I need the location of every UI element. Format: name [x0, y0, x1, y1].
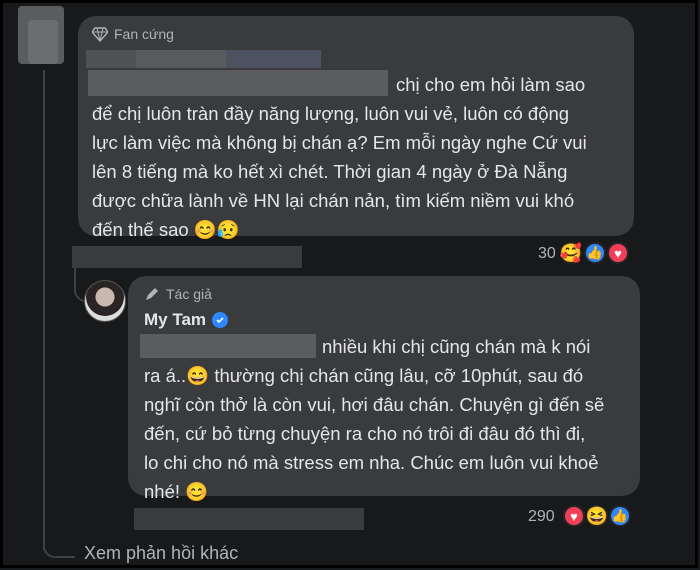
redacted-name [86, 50, 136, 68]
author-name[interactable]: My Tam [144, 310, 229, 330]
redacted-actions [134, 508, 364, 530]
comment-text: chị cho em hỏi làm sao để chị luôn tràn … [92, 74, 587, 240]
redacted-actions [72, 246, 302, 268]
thread-line [43, 70, 45, 550]
care-emoji-icon: 🥰 [559, 242, 583, 264]
pen-icon [146, 288, 158, 300]
thread-connector-more [43, 540, 75, 558]
badge-label: Fan cứng [114, 26, 174, 42]
fan-badge[interactable]: Fan cứng [92, 26, 174, 42]
more-replies-link[interactable]: Xem phản hồi khác [84, 543, 238, 564]
reaction-count[interactable]: 30 [538, 245, 556, 263]
badge-label: Tác giả [166, 286, 212, 302]
love-icon: ♥ [563, 505, 585, 527]
like-icon: 👍 [609, 505, 631, 527]
haha-emoji-icon: 😆 [585, 505, 609, 527]
verified-icon [212, 312, 229, 328]
reaction-count[interactable]: 290 [528, 508, 555, 526]
diamond-icon [92, 27, 108, 42]
author-name-link[interactable]: My Tam [144, 310, 206, 330]
blurred-avatar-inner [28, 20, 58, 64]
love-icon: ♥ [607, 242, 629, 264]
author-avatar[interactable] [84, 280, 126, 322]
redacted-name [226, 50, 321, 68]
reply-text: nhiều khi chị cũng chán mà k nói ra á..😄… [144, 336, 605, 502]
redacted-name [136, 50, 226, 68]
like-icon: 👍 [584, 242, 606, 264]
author-badge: Tác giả [144, 286, 212, 302]
